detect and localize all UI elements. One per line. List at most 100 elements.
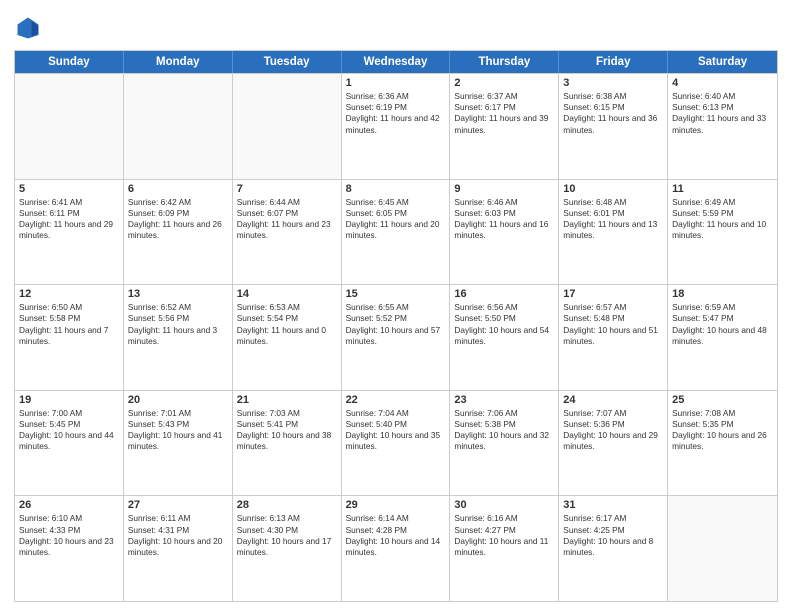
sunrise-text: Sunrise: 7:08 AM (672, 408, 773, 419)
sunrise-text: Sunrise: 6:46 AM (454, 197, 554, 208)
daylight-text: Daylight: 10 hours and 26 minutes. (672, 430, 773, 452)
calendar-cell: 10Sunrise: 6:48 AMSunset: 6:01 PMDayligh… (559, 180, 668, 285)
sunrise-text: Sunrise: 6:14 AM (346, 513, 446, 524)
calendar-cell: 22Sunrise: 7:04 AMSunset: 5:40 PMDayligh… (342, 391, 451, 496)
sunset-text: Sunset: 6:01 PM (563, 208, 663, 219)
sunset-text: Sunset: 4:28 PM (346, 525, 446, 536)
sunrise-text: Sunrise: 6:50 AM (19, 302, 119, 313)
day-number: 29 (346, 499, 446, 511)
sunset-text: Sunset: 6:05 PM (346, 208, 446, 219)
day-number: 15 (346, 288, 446, 300)
header-day-thursday: Thursday (450, 51, 559, 73)
sunrise-text: Sunrise: 7:01 AM (128, 408, 228, 419)
sunset-text: Sunset: 5:52 PM (346, 313, 446, 324)
sunset-text: Sunset: 4:30 PM (237, 525, 337, 536)
sunrise-text: Sunrise: 6:37 AM (454, 91, 554, 102)
day-number: 5 (19, 183, 119, 195)
calendar-cell: 5Sunrise: 6:41 AMSunset: 6:11 PMDaylight… (15, 180, 124, 285)
header-day-saturday: Saturday (668, 51, 777, 73)
day-number: 24 (563, 394, 663, 406)
day-number: 22 (346, 394, 446, 406)
sunset-text: Sunset: 5:38 PM (454, 419, 554, 430)
calendar-header-row: SundayMondayTuesdayWednesdayThursdayFrid… (15, 51, 777, 73)
sunset-text: Sunset: 5:47 PM (672, 313, 773, 324)
calendar-cell: 9Sunrise: 6:46 AMSunset: 6:03 PMDaylight… (450, 180, 559, 285)
sunrise-text: Sunrise: 6:45 AM (346, 197, 446, 208)
calendar-cell: 30Sunrise: 6:16 AMSunset: 4:27 PMDayligh… (450, 496, 559, 601)
day-number: 2 (454, 77, 554, 89)
day-number: 21 (237, 394, 337, 406)
daylight-text: Daylight: 11 hours and 23 minutes. (237, 219, 337, 241)
sunset-text: Sunset: 5:58 PM (19, 313, 119, 324)
sunrise-text: Sunrise: 6:16 AM (454, 513, 554, 524)
daylight-text: Daylight: 10 hours and 32 minutes. (454, 430, 554, 452)
day-number: 31 (563, 499, 663, 511)
calendar-cell: 26Sunrise: 6:10 AMSunset: 4:33 PMDayligh… (15, 496, 124, 601)
daylight-text: Daylight: 10 hours and 38 minutes. (237, 430, 337, 452)
sunrise-text: Sunrise: 6:57 AM (563, 302, 663, 313)
day-number: 12 (19, 288, 119, 300)
daylight-text: Daylight: 11 hours and 7 minutes. (19, 325, 119, 347)
daylight-text: Daylight: 11 hours and 3 minutes. (128, 325, 228, 347)
calendar-cell: 2Sunrise: 6:37 AMSunset: 6:17 PMDaylight… (450, 74, 559, 179)
sunset-text: Sunset: 5:40 PM (346, 419, 446, 430)
sunset-text: Sunset: 4:33 PM (19, 525, 119, 536)
calendar-row-4: 19Sunrise: 7:00 AMSunset: 5:45 PMDayligh… (15, 390, 777, 496)
calendar-cell: 3Sunrise: 6:38 AMSunset: 6:15 PMDaylight… (559, 74, 668, 179)
daylight-text: Daylight: 10 hours and 14 minutes. (346, 536, 446, 558)
day-number: 23 (454, 394, 554, 406)
sunrise-text: Sunrise: 7:00 AM (19, 408, 119, 419)
sunset-text: Sunset: 6:03 PM (454, 208, 554, 219)
sunrise-text: Sunrise: 7:03 AM (237, 408, 337, 419)
calendar-row-5: 26Sunrise: 6:10 AMSunset: 4:33 PMDayligh… (15, 495, 777, 601)
day-number: 4 (672, 77, 773, 89)
calendar-body: 1Sunrise: 6:36 AMSunset: 6:19 PMDaylight… (15, 73, 777, 601)
calendar-cell: 13Sunrise: 6:52 AMSunset: 5:56 PMDayligh… (124, 285, 233, 390)
calendar-cell: 6Sunrise: 6:42 AMSunset: 6:09 PMDaylight… (124, 180, 233, 285)
daylight-text: Daylight: 10 hours and 54 minutes. (454, 325, 554, 347)
calendar-cell: 17Sunrise: 6:57 AMSunset: 5:48 PMDayligh… (559, 285, 668, 390)
day-number: 3 (563, 77, 663, 89)
calendar: SundayMondayTuesdayWednesdayThursdayFrid… (14, 50, 778, 602)
sunrise-text: Sunrise: 7:06 AM (454, 408, 554, 419)
calendar-cell: 18Sunrise: 6:59 AMSunset: 5:47 PMDayligh… (668, 285, 777, 390)
calendar-cell: 23 Sunrise: 7:06 AMSunset: 5:38 PMDayligh… (450, 391, 559, 496)
calendar-cell: 24Sunrise: 7:07 AMSunset: 5:36 PMDayligh… (559, 391, 668, 496)
sunrise-text: Sunrise: 6:52 AM (128, 302, 228, 313)
daylight-text: Daylight: 11 hours and 39 minutes. (454, 113, 554, 135)
day-number: 16 (454, 288, 554, 300)
calendar-cell: 15Sunrise: 6:55 AMSunset: 5:52 PMDayligh… (342, 285, 451, 390)
calendar-cell: 25Sunrise: 7:08 AMSunset: 5:35 PMDayligh… (668, 391, 777, 496)
page: SundayMondayTuesdayWednesdayThursdayFrid… (0, 0, 792, 612)
day-number: 30 (454, 499, 554, 511)
daylight-text: Daylight: 11 hours and 13 minutes. (563, 219, 663, 241)
day-number: 6 (128, 183, 228, 195)
day-number: 8 (346, 183, 446, 195)
calendar-row-2: 5Sunrise: 6:41 AMSunset: 6:11 PMDaylight… (15, 179, 777, 285)
daylight-text: Daylight: 11 hours and 36 minutes. (563, 113, 663, 135)
calendar-cell: 29 Sunrise: 6:14 AMSunset: 4:28 PMDayligh… (342, 496, 451, 601)
sunrise-text: Sunrise: 6:56 AM (454, 302, 554, 313)
sunset-text: Sunset: 5:35 PM (672, 419, 773, 430)
daylight-text: Daylight: 10 hours and 35 minutes. (346, 430, 446, 452)
sunrise-text: Sunrise: 6:40 AM (672, 91, 773, 102)
day-number: 1 (346, 77, 446, 89)
calendar-cell: 20Sunrise: 7:01 AMSunset: 5:43 PMDayligh… (124, 391, 233, 496)
calendar-row-1: 1Sunrise: 6:36 AMSunset: 6:19 PMDaylight… (15, 73, 777, 179)
sunset-text: Sunset: 6:11 PM (19, 208, 119, 219)
day-number: 18 (672, 288, 773, 300)
calendar-cell: 1Sunrise: 6:36 AMSunset: 6:19 PMDaylight… (342, 74, 451, 179)
day-number: 26 (19, 499, 119, 511)
sunrise-text: Sunrise: 6:44 AM (237, 197, 337, 208)
daylight-text: Daylight: 10 hours and 41 minutes. (128, 430, 228, 452)
day-number: 7 (237, 183, 337, 195)
calendar-cell: 12 Sunrise: 6:50 AMSunset: 5:58 PMDayligh… (15, 285, 124, 390)
sunrise-text: Sunrise: 6:17 AM (563, 513, 663, 524)
sunset-text: Sunset: 4:25 PM (563, 525, 663, 536)
daylight-text: Daylight: 10 hours and 11 minutes. (454, 536, 554, 558)
calendar-cell (233, 74, 342, 179)
sunrise-text: Sunrise: 6:42 AM (128, 197, 228, 208)
day-number: 19 (19, 394, 119, 406)
daylight-text: Daylight: 10 hours and 17 minutes. (237, 536, 337, 558)
day-number: 27 (128, 499, 228, 511)
